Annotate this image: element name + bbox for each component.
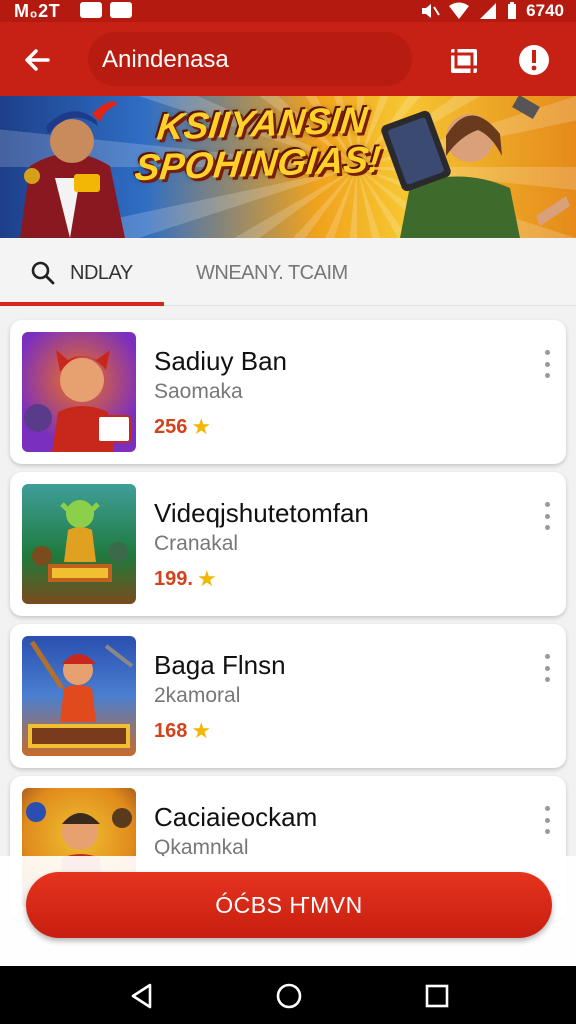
app-bar: Anindenasa xyxy=(0,22,576,96)
signal-icon xyxy=(480,3,497,19)
alert-icon xyxy=(519,45,549,75)
page-title: Anindenasa xyxy=(102,46,229,73)
game-subtitle: 2kamoral xyxy=(154,684,241,707)
game-rating: 199. ★ xyxy=(154,566,217,592)
game-subtitle: Saomaka xyxy=(154,380,243,403)
search-icon xyxy=(31,261,55,285)
more-options-button[interactable] xyxy=(538,350,556,378)
game-thumbnail xyxy=(22,484,136,604)
game-rating: 168 ★ xyxy=(154,718,211,744)
wifi-icon xyxy=(449,2,470,19)
status-time: M₀2T xyxy=(14,1,61,21)
rating-value: 199. xyxy=(154,567,193,590)
rating-value: 256 xyxy=(154,415,188,438)
primary-action-button[interactable]: ÓĆBS ҤMVN xyxy=(26,872,552,938)
game-title: Caciaieockam xyxy=(154,802,318,832)
status-clock: 6740 xyxy=(526,1,564,20)
status-notification-icons xyxy=(80,2,132,18)
more-options-button[interactable] xyxy=(538,654,556,682)
more-options-button[interactable] xyxy=(538,502,556,530)
list-item[interactable]: Baga Flnsn 2kamoral 168 ★ xyxy=(10,624,566,768)
tab-search[interactable]: NDLAY xyxy=(0,238,164,306)
more-options-button[interactable] xyxy=(538,806,556,834)
tab-search-label: NDLAY xyxy=(70,262,133,284)
info-button[interactable] xyxy=(514,40,554,80)
list-item[interactable]: Videqjshutetomfan Cranakal 199. ★ xyxy=(10,472,566,616)
notification-icon xyxy=(80,2,102,18)
game-thumbnail xyxy=(22,332,136,452)
nav-recents-icon[interactable] xyxy=(424,983,450,1009)
list-item[interactable]: Sadiuy Ban Saomaka 256 ★ xyxy=(10,320,566,464)
promo-banner[interactable]: KSIIYANSIN SPOHINGIAS! xyxy=(0,96,576,238)
star-icon: ★ xyxy=(196,566,217,591)
tab-secondary[interactable]: WNEANY. TCAIM xyxy=(196,262,348,285)
back-button[interactable] xyxy=(18,40,58,80)
battery-icon xyxy=(508,2,517,19)
game-subtitle: Cranakal xyxy=(154,532,239,555)
mute-icon xyxy=(422,4,441,18)
crop-button[interactable] xyxy=(444,40,484,80)
game-rating: 256 ★ xyxy=(154,414,211,440)
rating-value: 168 xyxy=(154,719,188,742)
tab-bar: NDLAY WNEANY. TCAIM xyxy=(0,238,576,306)
nav-back-icon[interactable] xyxy=(128,982,156,1010)
crop-icon xyxy=(451,46,478,75)
nav-home-icon[interactable] xyxy=(274,981,304,1011)
notification-icon xyxy=(110,2,132,18)
game-title: Baga Flnsn xyxy=(154,650,286,680)
star-icon: ★ xyxy=(191,718,212,743)
arrow-left-icon xyxy=(25,49,50,71)
star-icon: ★ xyxy=(191,414,212,439)
game-art xyxy=(32,500,128,582)
status-right: 6740 xyxy=(420,1,564,21)
bottom-action-area: ÓĆBS ҤMVN xyxy=(0,856,576,966)
game-art xyxy=(24,350,131,452)
status-bar: M₀2T 6740 xyxy=(0,0,576,22)
system-nav-bar xyxy=(0,966,576,1024)
banner-title: KSIIYANSIN SPOHINGIAS! xyxy=(125,99,395,188)
game-thumbnail xyxy=(22,636,136,756)
game-title: Sadiuy Ban xyxy=(154,346,287,376)
game-art xyxy=(28,640,134,748)
game-title: Videqjshutetomfan xyxy=(154,498,369,528)
